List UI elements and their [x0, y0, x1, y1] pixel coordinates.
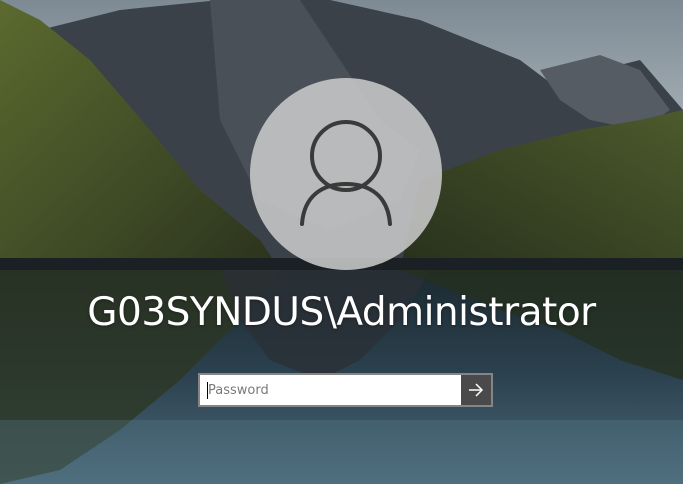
password-form: [198, 373, 493, 407]
submit-button[interactable]: [461, 375, 491, 405]
arrow-right-icon: [469, 383, 484, 397]
text-caret: [207, 382, 208, 399]
user-silhouette-icon: [300, 120, 392, 226]
password-input[interactable]: [200, 375, 461, 405]
lock-screen: G03SYNDUS\Administrator: [0, 0, 683, 484]
user-avatar: [250, 78, 442, 270]
account-username: G03SYNDUS\Administrator: [87, 290, 596, 335]
